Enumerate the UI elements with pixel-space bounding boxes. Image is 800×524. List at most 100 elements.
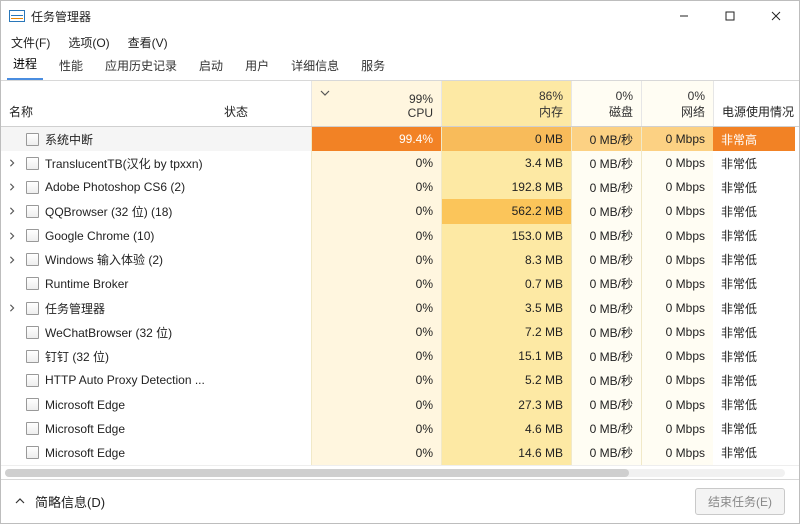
process-icon: [23, 320, 41, 344]
process-name: Runtime Broker: [41, 272, 216, 296]
cell-memory: 7.2 MB: [441, 320, 571, 344]
expand-toggle[interactable]: [1, 296, 23, 320]
process-icon: [23, 248, 41, 272]
col-disk[interactable]: 0% 磁盘: [571, 81, 641, 126]
cell-power: 非常低: [713, 272, 795, 296]
cell-cpu: 0%: [311, 199, 441, 223]
process-name: Adobe Photoshop CS6 (2): [41, 175, 216, 199]
table-row[interactable]: QQBrowser (32 位) (18)0%562.2 MB0 MB/秒0 M…: [1, 199, 799, 223]
cell-cpu: 99.4%: [311, 127, 441, 151]
cell-network: 0 Mbps: [641, 344, 713, 368]
end-task-button[interactable]: 结束任务(E): [695, 488, 785, 515]
cell-network: 0 Mbps: [641, 368, 713, 392]
table-row[interactable]: TranslucentTB(汉化 by tpxxn)0%3.4 MB0 MB/秒…: [1, 151, 799, 175]
process-status: [216, 127, 311, 151]
scrollbar-thumb[interactable]: [5, 469, 629, 477]
process-status: [216, 320, 311, 344]
expand-toggle: [1, 344, 23, 368]
expand-toggle[interactable]: [1, 151, 23, 175]
cell-disk: 0 MB/秒: [571, 224, 641, 248]
cell-network: 0 Mbps: [641, 441, 713, 465]
col-network[interactable]: 0% 网络: [641, 81, 713, 126]
table-row[interactable]: HTTP Auto Proxy Detection ...0%5.2 MB0 M…: [1, 368, 799, 392]
expand-toggle[interactable]: [1, 175, 23, 199]
tabs: 进程 性能 应用历史记录 启动 用户 详细信息 服务: [1, 53, 799, 81]
cell-memory: 14.6 MB: [441, 441, 571, 465]
table-row[interactable]: Google Chrome (10)0%153.0 MB0 MB/秒0 Mbps…: [1, 224, 799, 248]
cell-memory: 153.0 MB: [441, 224, 571, 248]
process-icon: [23, 175, 41, 199]
table-header: 名称 状态 99% CPU 86% 内存 0% 磁盘 0% 网络 电源使用情况: [1, 81, 799, 127]
table-row[interactable]: 任务管理器0%3.5 MB0 MB/秒0 Mbps非常低: [1, 296, 799, 320]
cell-disk: 0 MB/秒: [571, 151, 641, 175]
process-table: 系统中断99.4%0 MB0 MB/秒0 Mbps非常高TranslucentT…: [1, 127, 799, 465]
tab-details[interactable]: 详细信息: [285, 51, 345, 80]
tab-processes[interactable]: 进程: [7, 49, 43, 80]
table-row[interactable]: Microsoft Edge0%27.3 MB0 MB/秒0 Mbps非常低: [1, 393, 799, 417]
titlebar[interactable]: 任务管理器: [1, 1, 799, 31]
cell-cpu: 0%: [311, 296, 441, 320]
cell-power: 非常低: [713, 296, 795, 320]
cell-power: 非常低: [713, 441, 795, 465]
cell-network: 0 Mbps: [641, 224, 713, 248]
process-status: [216, 272, 311, 296]
cell-disk: 0 MB/秒: [571, 248, 641, 272]
cell-cpu: 0%: [311, 417, 441, 441]
table-row[interactable]: Adobe Photoshop CS6 (2)0%192.8 MB0 MB/秒0…: [1, 175, 799, 199]
process-status: [216, 393, 311, 417]
table-row[interactable]: 钉钉 (32 位)0%15.1 MB0 MB/秒0 Mbps非常低: [1, 344, 799, 368]
process-icon: [23, 344, 41, 368]
expand-toggle: [1, 393, 23, 417]
table-row[interactable]: Windows 输入体验 (2)0%8.3 MB0 MB/秒0 Mbps非常低: [1, 248, 799, 272]
cell-cpu: 0%: [311, 175, 441, 199]
menu-view[interactable]: 查看(V): [124, 32, 172, 53]
process-icon: [23, 368, 41, 392]
fewer-details-button[interactable]: 简略信息(D): [15, 492, 105, 511]
tab-app-history[interactable]: 应用历史记录: [99, 51, 183, 80]
process-name: 任务管理器: [41, 296, 216, 320]
expand-toggle[interactable]: [1, 248, 23, 272]
process-icon: [23, 441, 41, 465]
col-status[interactable]: 状态: [216, 81, 311, 126]
col-cpu[interactable]: 99% CPU: [311, 81, 441, 126]
cell-cpu: 0%: [311, 151, 441, 175]
table-row[interactable]: Microsoft Edge0%14.6 MB0 MB/秒0 Mbps非常低: [1, 441, 799, 465]
window: 任务管理器 文件(F) 选项(O) 查看(V) 进程 性能 应用历史记录 启动 …: [0, 0, 800, 524]
cell-disk: 0 MB/秒: [571, 199, 641, 223]
cell-disk: 0 MB/秒: [571, 127, 641, 151]
table-row[interactable]: WeChatBrowser (32 位)0%7.2 MB0 MB/秒0 Mbps…: [1, 320, 799, 344]
cell-network: 0 Mbps: [641, 320, 713, 344]
cell-network: 0 Mbps: [641, 393, 713, 417]
cell-memory: 0.7 MB: [441, 272, 571, 296]
cell-memory: 4.6 MB: [441, 417, 571, 441]
process-icon: [23, 417, 41, 441]
cell-cpu: 0%: [311, 441, 441, 465]
process-name: QQBrowser (32 位) (18): [41, 199, 216, 223]
close-button[interactable]: [753, 1, 799, 31]
process-icon: [23, 199, 41, 223]
col-memory[interactable]: 86% 内存: [441, 81, 571, 126]
col-power[interactable]: 电源使用情况: [713, 81, 795, 126]
menu-options[interactable]: 选项(O): [64, 32, 113, 53]
cell-disk: 0 MB/秒: [571, 296, 641, 320]
maximize-button[interactable]: [707, 1, 753, 31]
tab-startup[interactable]: 启动: [193, 51, 229, 80]
table-row[interactable]: 系统中断99.4%0 MB0 MB/秒0 Mbps非常高: [1, 127, 799, 151]
cell-power: 非常低: [713, 320, 795, 344]
expand-toggle[interactable]: [1, 224, 23, 248]
tab-users[interactable]: 用户: [239, 51, 275, 80]
process-status: [216, 344, 311, 368]
tab-performance[interactable]: 性能: [53, 51, 89, 80]
cell-power: 非常低: [713, 175, 795, 199]
table-row[interactable]: Runtime Broker0%0.7 MB0 MB/秒0 Mbps非常低: [1, 272, 799, 296]
table-row[interactable]: Microsoft Edge0%4.6 MB0 MB/秒0 Mbps非常低: [1, 417, 799, 441]
tab-services[interactable]: 服务: [355, 51, 391, 80]
col-name[interactable]: 名称: [1, 81, 216, 126]
cell-memory: 3.4 MB: [441, 151, 571, 175]
cell-cpu: 0%: [311, 224, 441, 248]
expand-toggle[interactable]: [1, 199, 23, 223]
cell-disk: 0 MB/秒: [571, 272, 641, 296]
minimize-button[interactable]: [661, 1, 707, 31]
horizontal-scrollbar[interactable]: [1, 465, 799, 479]
cell-cpu: 0%: [311, 272, 441, 296]
